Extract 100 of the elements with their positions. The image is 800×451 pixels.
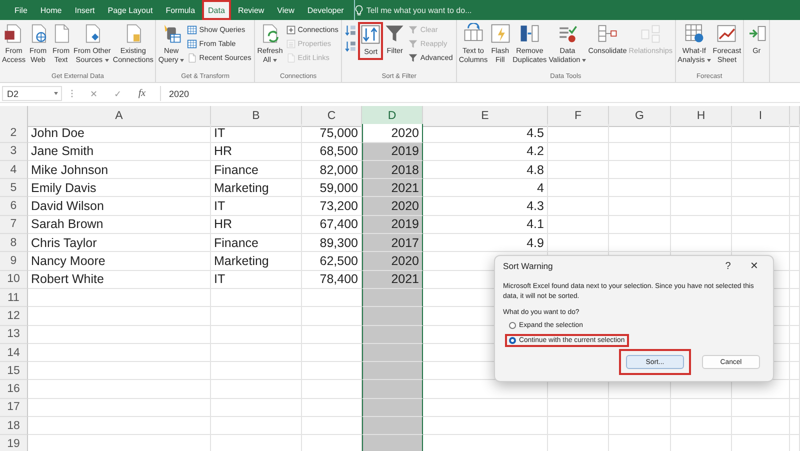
row-header[interactable]: 12: [0, 307, 28, 326]
table-cell: 4.1: [423, 216, 548, 234]
empty-cell: [609, 142, 671, 161]
column-header[interactable]: [790, 106, 800, 127]
empty-cell: [548, 142, 609, 161]
empty-cell: [732, 142, 790, 161]
table-cell: Chris Taylor: [28, 234, 211, 252]
row-header[interactable]: 13: [0, 326, 28, 344]
columns-icon: [462, 23, 484, 44]
insert-function-button[interactable]: fx: [130, 88, 154, 99]
table-cell: HR: [211, 216, 302, 234]
table-cell: 2021: [362, 179, 423, 198]
table-cell: 4.2: [423, 142, 548, 161]
table-cell: HR: [211, 142, 302, 161]
empty-cell: [671, 197, 732, 216]
ribbon-tab[interactable]: Data: [202, 0, 232, 20]
grid-icon: [684, 23, 705, 44]
caret-icon: [54, 92, 58, 95]
list-icon: [286, 38, 296, 48]
ribbon-tab[interactable]: Formula: [159, 0, 202, 20]
row-header[interactable]: 18: [0, 417, 28, 436]
row-header[interactable]: 15: [0, 362, 28, 380]
funnel-icon: [384, 23, 406, 44]
row-header[interactable]: 14: [0, 344, 28, 362]
table-cell: Finance: [211, 234, 302, 252]
column-header[interactable]: G: [609, 106, 671, 127]
help-button[interactable]: ?: [715, 260, 741, 272]
empty-cell: [609, 417, 671, 436]
row-header[interactable]: 6: [0, 197, 28, 216]
empty-cell: [790, 417, 800, 436]
table-cell: IT: [211, 124, 302, 143]
table-icon: [640, 23, 662, 44]
caret-icon: [706, 58, 711, 62]
funnel-icon: [408, 24, 418, 34]
sort-button[interactable]: [343, 23, 358, 38]
row-header[interactable]: 9: [0, 252, 28, 271]
ribbon-tab[interactable]: Review: [231, 0, 271, 20]
empty-cell: [790, 179, 800, 198]
ribbon-tab[interactable]: View: [270, 0, 301, 20]
column-header[interactable]: E: [423, 106, 548, 127]
empty-cell: [790, 142, 800, 161]
lightbulb-icon: [355, 4, 364, 16]
table-cell: 4.5: [423, 124, 548, 143]
table-cell: Jane Smith: [28, 142, 211, 161]
ribbon-tab[interactable]: Insert: [68, 0, 102, 20]
table-cell: Marketing: [211, 252, 302, 271]
close-button[interactable]: ✕: [741, 260, 767, 272]
empty-cell: [671, 142, 732, 161]
lightning-icon: [490, 23, 511, 44]
table-cell: 2019: [362, 142, 423, 161]
empty-cell: [790, 252, 800, 271]
row-header[interactable]: 17: [0, 398, 28, 418]
column-header[interactable]: H: [671, 106, 732, 127]
drag-handle-icon[interactable]: [70, 89, 74, 98]
row-header[interactable]: 19: [0, 435, 28, 451]
row-header[interactable]: 10: [0, 270, 28, 289]
table-cell: Nancy Moore: [28, 252, 211, 271]
empty-cell: [548, 398, 609, 418]
ribbon-tab[interactable]: Page Layout: [101, 0, 160, 20]
column-header[interactable]: B: [211, 106, 302, 127]
table-cell: John Doe: [28, 124, 211, 143]
table-cell: Sarah Brown: [28, 216, 211, 234]
name-box[interactable]: D2: [2, 86, 62, 101]
row-header[interactable]: 2: [0, 124, 28, 143]
formula-field[interactable]: 2020: [160, 86, 800, 101]
table-cell: Finance: [211, 160, 302, 180]
row-header[interactable]: 11: [0, 288, 28, 308]
columns-icon: [519, 23, 540, 44]
empty-cell: [671, 124, 732, 143]
empty-cell: [732, 417, 790, 436]
caret-icon: [104, 58, 109, 62]
sort-icon: [344, 40, 358, 53]
table-icon: [596, 23, 618, 44]
ribbon-tab[interactable]: Home: [34, 0, 68, 20]
sort-button[interactable]: [343, 39, 358, 54]
row-header[interactable]: 4: [0, 160, 28, 180]
row-header[interactable]: 16: [0, 380, 28, 399]
row-header[interactable]: 5: [0, 179, 28, 198]
document-icon: [187, 52, 198, 62]
empty-cell: [548, 417, 609, 436]
empty-cell: [548, 216, 609, 234]
table-cell: IT: [211, 270, 302, 289]
empty-cell: [609, 234, 671, 252]
ribbon-tab[interactable]: File: [8, 0, 34, 20]
column-header[interactable]: I: [732, 106, 790, 127]
tell-me-field[interactable]: Tell me what you want to do...: [366, 6, 472, 14]
column-header[interactable]: A: [28, 106, 211, 127]
empty-cell: [790, 234, 800, 252]
empty-cell: [548, 234, 609, 252]
column-header[interactable]: C: [302, 106, 362, 127]
row-header[interactable]: 3: [0, 142, 28, 161]
empty-cell: [790, 307, 800, 326]
sort-icon: [360, 24, 382, 45]
column-header[interactable]: F: [548, 106, 609, 127]
dialog-title: Sort Warning: [503, 261, 554, 271]
ribbon-tab[interactable]: Developer: [300, 0, 350, 20]
document-icon: [286, 52, 296, 62]
empty-cell: [790, 380, 800, 399]
row-header[interactable]: 7: [0, 216, 28, 234]
row-header[interactable]: 8: [0, 234, 28, 252]
